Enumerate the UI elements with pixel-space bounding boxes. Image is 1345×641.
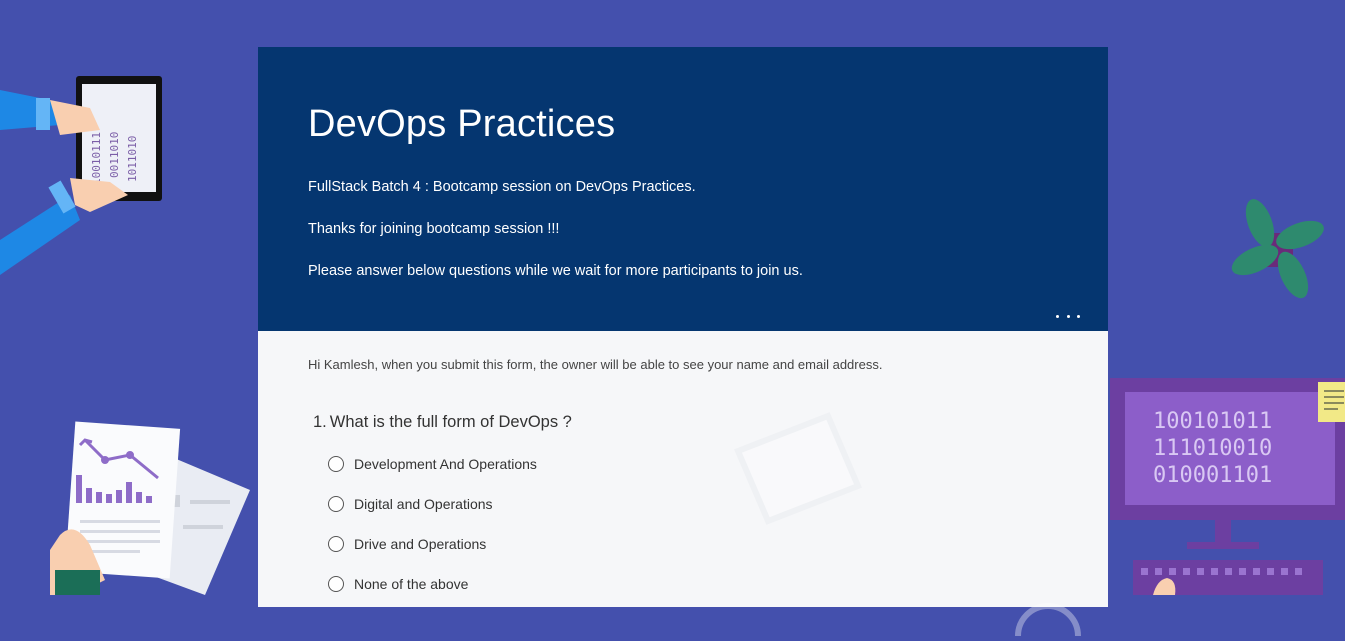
option-label: Drive and Operations (354, 536, 487, 552)
question-number: 1. (313, 413, 327, 431)
tablet-binary-col-1: 10010111 (90, 132, 103, 185)
question-1-title: 1. What is the full form of DevOps ? (313, 413, 572, 432)
option-none-of-the-above[interactable]: None of the above (328, 573, 468, 595)
tablet-binary-col-3: 1011010 (126, 136, 139, 182)
form-body: Hi Kamlesh, when you submit this form, t… (258, 331, 1108, 637)
form-description-line-1: FullStack Batch 4 : Bootcamp session on … (308, 179, 696, 195)
option-label: Digital and Operations (354, 496, 493, 512)
question-text: What is the full form of DevOps ? (329, 413, 572, 431)
plant-illustration (1231, 199, 1324, 299)
form-description-line-2: Thanks for joining bootcamp session !!! (308, 221, 560, 237)
form-card: DevOps Practices FullStack Batch 4 : Boo… (258, 47, 1108, 637)
form-title: DevOps Practices (308, 103, 616, 145)
monitor-binary-row-1: 100101011 (1153, 409, 1272, 434)
monitor-illustration: 100101011 111010010 010001101 (1110, 378, 1345, 595)
option-label: None of the above (354, 576, 469, 592)
tablet-illustration: 10010111 0011010 1011010 (0, 76, 162, 275)
ellipsis-icon (1066, 314, 1070, 318)
monitor-binary-row-3: 010001101 (1153, 463, 1272, 488)
background-watermark (734, 412, 1081, 637)
option-development-and-operations[interactable]: Development And Operations (328, 453, 537, 475)
radio-button[interactable] (328, 456, 344, 472)
radio-button[interactable] (328, 576, 344, 592)
papers-chart-illustration (50, 421, 250, 595)
monitor-binary-row-2: 111010010 (1153, 436, 1272, 461)
form-header: DevOps Practices FullStack Batch 4 : Boo… (258, 47, 1108, 331)
form-description-line-3: Please answer below questions while we w… (308, 263, 803, 279)
ellipsis-icon (1077, 314, 1080, 318)
radio-button[interactable] (328, 496, 344, 512)
identity-notice: Hi Kamlesh, when you submit this form, t… (308, 357, 883, 372)
more-options-button[interactable] (1056, 309, 1080, 323)
radio-button[interactable] (328, 536, 344, 552)
ellipsis-icon (1056, 314, 1059, 318)
option-digital-and-operations[interactable]: Digital and Operations (328, 493, 493, 515)
option-drive-and-operations[interactable]: Drive and Operations (328, 533, 486, 555)
option-label: Development And Operations (354, 456, 537, 472)
tablet-binary-col-2: 0011010 (108, 132, 121, 178)
